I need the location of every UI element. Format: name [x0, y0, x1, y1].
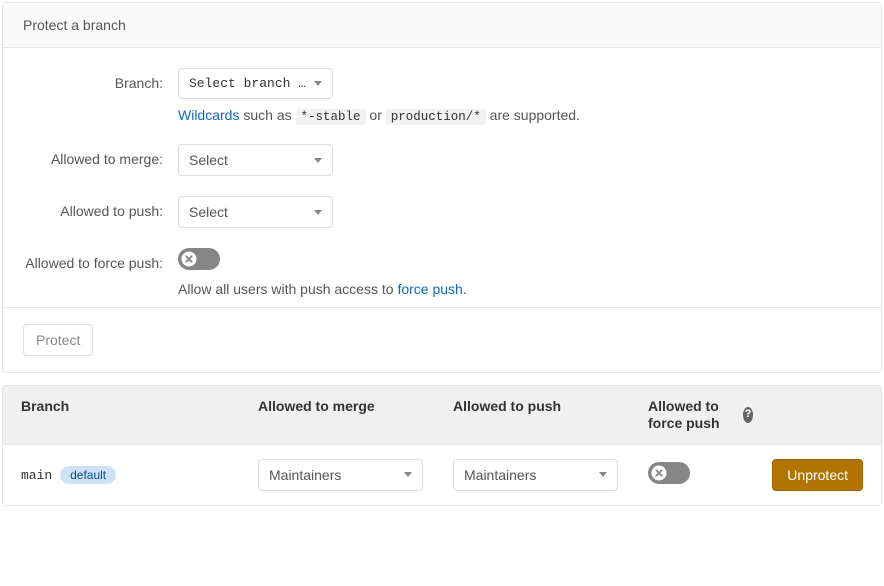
row-force-push-toggle[interactable] — [648, 462, 690, 484]
unprotect-button[interactable]: Unprotect — [772, 459, 863, 491]
protect-button[interactable]: Protect — [23, 324, 93, 356]
close-icon — [651, 465, 667, 481]
allowed-push-dropdown[interactable]: Select — [178, 196, 333, 228]
allowed-force-push-row: Allowed to force push: Allow all users w… — [23, 248, 861, 297]
chevron-down-icon — [314, 210, 322, 215]
allowed-force-push-field: Allow all users with push access to forc… — [178, 248, 861, 297]
help-supported: are supported. — [490, 107, 580, 123]
header-actions — [753, 398, 881, 432]
wildcards-link[interactable]: Wildcards — [178, 107, 239, 123]
help-such-as: such as — [243, 107, 291, 123]
wildcard-example-2: production/* — [386, 109, 486, 125]
form-body: Branch: Select branch … Wildcards such a… — [3, 48, 881, 307]
allowed-force-push-label: Allowed to force push: — [23, 248, 178, 272]
cell-branch: main default — [3, 466, 258, 484]
chevron-down-icon — [314, 158, 322, 163]
form-footer: Protect — [3, 307, 881, 372]
branch-select-placeholder: Select branch … — [189, 76, 306, 91]
force-push-toggle[interactable] — [178, 248, 220, 270]
help-icon[interactable]: ? — [743, 407, 753, 423]
branch-name: main — [21, 468, 52, 483]
allowed-merge-label: Allowed to merge: — [23, 144, 178, 168]
allowed-push-field: Select — [178, 196, 861, 228]
force-push-link[interactable]: force push — [397, 281, 462, 297]
allowed-push-placeholder: Select — [189, 204, 228, 220]
force-push-help: Allow all users with push access to forc… — [178, 281, 861, 297]
table-header: Branch Allowed to merge Allowed to push … — [3, 386, 881, 445]
chevron-down-icon — [314, 81, 322, 86]
branch-help-text: Wildcards such as *-stable or production… — [178, 107, 861, 124]
header-allowed-push: Allowed to push — [453, 398, 648, 432]
cell-merge: Maintainers — [258, 459, 453, 491]
table-row: main default Maintainers Maintainers Unp… — [3, 445, 881, 505]
allowed-merge-row: Allowed to merge: Select — [23, 144, 861, 176]
header-force-push-text: Allowed to force push — [648, 398, 740, 432]
default-badge: default — [60, 466, 116, 484]
header-branch: Branch — [3, 398, 258, 432]
row-merge-value: Maintainers — [269, 467, 341, 483]
protected-branches-table: Branch Allowed to merge Allowed to push … — [2, 385, 882, 506]
protect-branch-form: Protect a branch Branch: Select branch …… — [2, 2, 882, 373]
header-allowed-merge: Allowed to merge — [258, 398, 453, 432]
allowed-push-label: Allowed to push: — [23, 196, 178, 220]
wildcard-example-1: *-stable — [296, 109, 366, 125]
force-push-help-prefix: Allow all users with push access to — [178, 281, 397, 297]
branch-row: Branch: Select branch … Wildcards such a… — [23, 68, 861, 124]
form-title: Protect a branch — [3, 3, 881, 48]
allowed-merge-placeholder: Select — [189, 152, 228, 168]
header-allowed-force-push: Allowed to force push ? — [648, 398, 753, 432]
chevron-down-icon — [599, 472, 607, 477]
branch-field: Select branch … Wildcards such as *-stab… — [178, 68, 861, 124]
row-push-value: Maintainers — [464, 467, 536, 483]
branch-label: Branch: — [23, 68, 178, 92]
cell-actions: Unprotect — [753, 459, 881, 491]
allowed-push-row: Allowed to push: Select — [23, 196, 861, 228]
cell-push: Maintainers — [453, 459, 648, 491]
cell-force — [648, 462, 753, 487]
help-or: or — [369, 107, 381, 123]
row-push-dropdown[interactable]: Maintainers — [453, 459, 618, 491]
branch-select-dropdown[interactable]: Select branch … — [178, 68, 333, 99]
chevron-down-icon — [404, 472, 412, 477]
row-merge-dropdown[interactable]: Maintainers — [258, 459, 423, 491]
close-icon — [181, 251, 197, 267]
allowed-merge-dropdown[interactable]: Select — [178, 144, 333, 176]
allowed-merge-field: Select — [178, 144, 861, 176]
force-push-help-suffix: . — [463, 281, 467, 297]
